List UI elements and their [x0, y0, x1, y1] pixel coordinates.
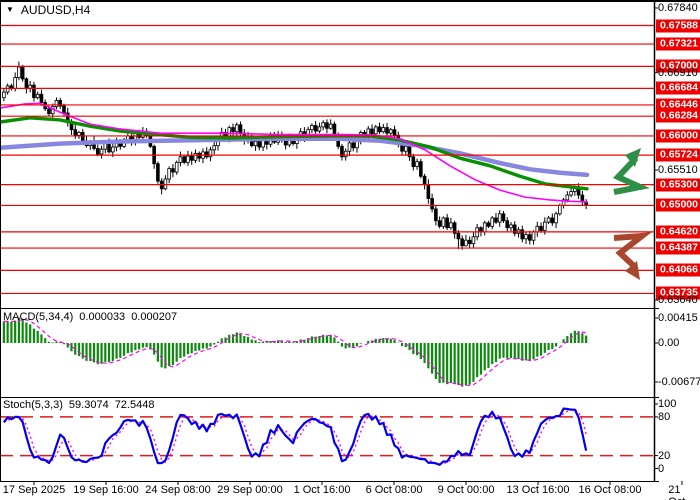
symbol-period-label: AUDUSD,H4 [20, 3, 91, 17]
bullish-arrow-icon[interactable] [606, 146, 652, 196]
ma-mid-green [0, 116, 589, 191]
price-level-badge: 0.67588 [656, 19, 700, 33]
time-axis-label: 9 Oct 00:00 [437, 484, 495, 496]
chevron-down-icon[interactable]: ▼ [6, 6, 14, 14]
stoch-name: Stoch(5,3,3) [3, 399, 63, 411]
price-level-badge: 0.65300 [656, 178, 700, 192]
price-level-badge: 0.64066 [656, 263, 700, 277]
price-axis-label: 0.67840 [658, 1, 698, 14]
time-axis-label: 19 Sep 16:00 [73, 484, 139, 496]
price-axis-label: 0.63640 [658, 294, 698, 307]
macd-axis-label: 0.00 [658, 337, 680, 349]
time-axis-label: 29 Sep 00:00 [217, 484, 283, 496]
stoch-axis-label: 20 [658, 449, 671, 462]
time-axis-label: 13 Oct 16:00 [506, 484, 570, 496]
time-axis-label: 21 Oct 00:00 [668, 484, 685, 500]
price-level-badge: 0.64620 [656, 225, 700, 239]
stoch-layer [0, 407, 654, 466]
stoch-axis-label: 80 [658, 410, 671, 423]
price-level-badge: 0.65000 [656, 198, 700, 212]
price-chart-canvas[interactable] [0, 0, 700, 500]
macd-value-2: 0.000207 [131, 311, 178, 323]
stoch-axis-label: 0 [658, 462, 665, 475]
panel-borders [0, 0, 700, 485]
stoch-value-1: 59.3074 [68, 399, 109, 411]
time-axis-label: 24 Sep 08:00 [145, 484, 211, 496]
macd-axis-label: -0.006771 [658, 376, 700, 388]
macd-name: MACD(5,34,4) [3, 311, 74, 323]
macd-indicator-label: MACD(5,34,4) 0.000033 0.000207 [3, 311, 183, 323]
price-axis-label: 0.65510 [658, 164, 698, 176]
price-level-badge: 0.66684 [656, 81, 700, 95]
price-level-badge: 0.64387 [656, 241, 700, 255]
time-axis-label: 1 Oct 16:00 [293, 484, 351, 496]
price-level-badge: 0.66000 [656, 129, 700, 143]
macd-value-1: 0.000033 [79, 311, 126, 323]
stoch-axis-label: 100 [658, 398, 677, 410]
bearish-arrow-icon[interactable] [608, 232, 654, 282]
chart-window: ▼ AUDUSD,H4 MACD(5,34,4) 0.000033 0.000207… [0, 0, 700, 500]
moving-averages-layer [0, 102, 590, 203]
price-level-badge: 0.66284 [656, 109, 700, 123]
price-level-badge: 0.65724 [656, 148, 700, 162]
time-axis-label: 16 Oct 08:00 [578, 484, 642, 496]
stoch-value-2: 72.5448 [114, 399, 155, 411]
ma-fast-magenta [0, 102, 588, 203]
price-axis-label: 0.66910 [658, 66, 698, 79]
macd-layer [2, 317, 588, 387]
price-levels-layer [0, 24, 654, 295]
price-level-badge: 0.67321 [656, 37, 700, 51]
time-axis-label: 6 Oct 08:00 [365, 484, 423, 496]
macd-axis-label: 0.00415 [658, 312, 698, 324]
time-axis-label: 17 Sep 2025 [2, 484, 66, 496]
stoch-indicator-label: Stoch(5,3,3) 59.3074 72.5448 [3, 399, 160, 411]
symbol-title-bar: ▼ AUDUSD,H4 [6, 3, 90, 17]
